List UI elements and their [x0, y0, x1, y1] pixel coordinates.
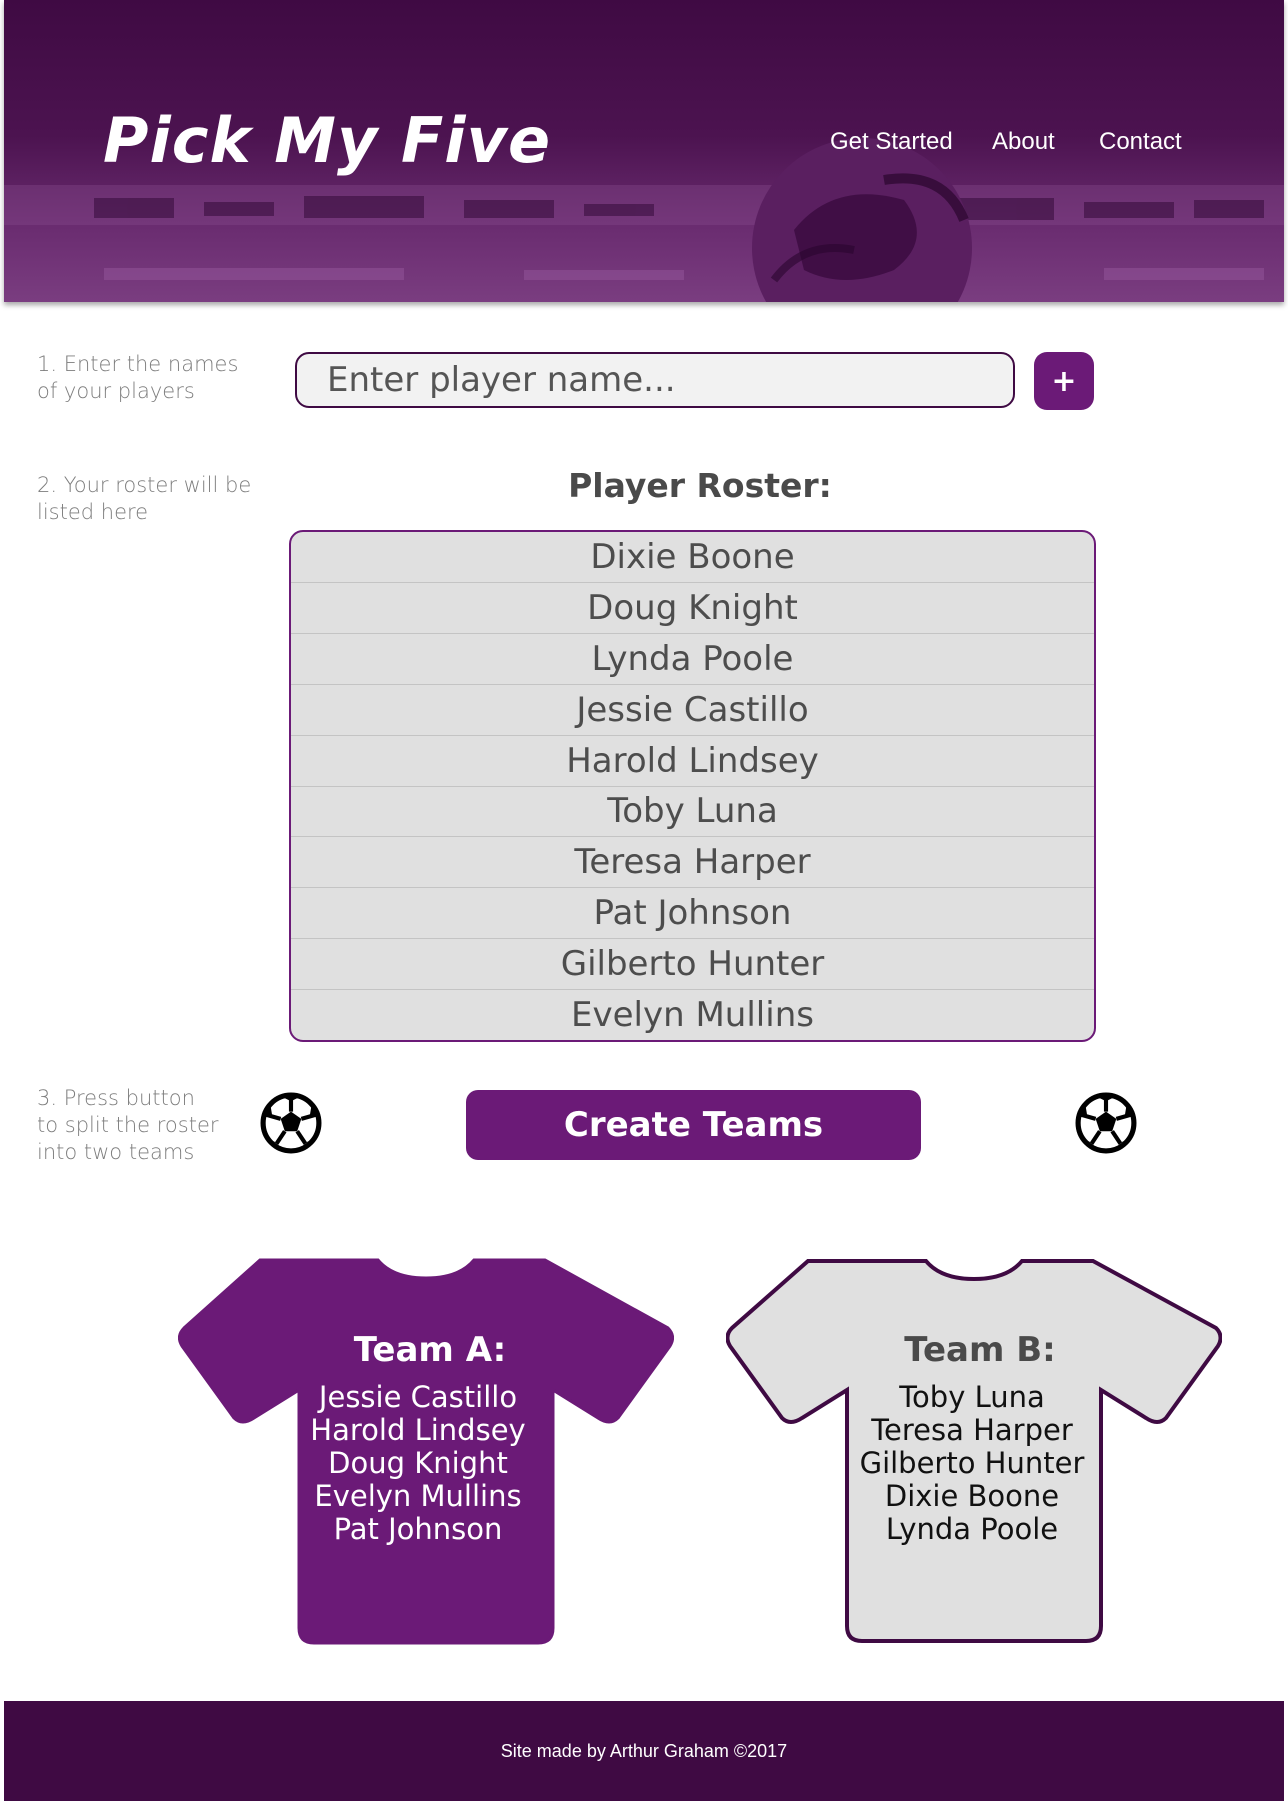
- roster-title: Player Roster:: [568, 466, 832, 505]
- roster-item[interactable]: Dixie Boone: [291, 532, 1094, 583]
- roster-item[interactable]: Lynda Poole: [291, 634, 1094, 685]
- team-b-player: Toby Luna: [899, 1380, 1045, 1414]
- create-teams-button[interactable]: Create Teams: [466, 1090, 921, 1160]
- roster-item[interactable]: Gilberto Hunter: [291, 939, 1094, 991]
- step-1-label: 1. Enter the names of your players: [37, 352, 239, 403]
- roster-item[interactable]: Doug Knight: [291, 583, 1094, 634]
- team-a-player: Evelyn Mullins: [314, 1479, 522, 1513]
- team-b-player: Lynda Poole: [885, 1512, 1059, 1546]
- footer-credit: Site made by Arthur Graham ©2017: [500, 1740, 788, 1761]
- team-a-player: Pat Johnson: [333, 1512, 503, 1546]
- site-header: Pick My Five Get Started About Contact: [4, 0, 1284, 302]
- brand-logo[interactable]: Pick My Five: [103, 104, 551, 177]
- step-3-label: 3. Press button to split the roster into…: [37, 1086, 219, 1164]
- team-a-players: Jessie Castillo Harold Lindsey Doug Knig…: [288, 1381, 548, 1546]
- soccer-ball-icon: [260, 1092, 322, 1154]
- team-a-player: Harold Lindsey: [310, 1413, 526, 1447]
- nav-contact[interactable]: Contact: [1099, 128, 1182, 156]
- site-footer: Site made by Arthur Graham ©2017: [4, 1701, 1284, 1801]
- player-roster-list: Dixie Boone Doug Knight Lynda Poole Jess…: [289, 530, 1096, 1042]
- nav-get-started[interactable]: Get Started: [830, 128, 953, 156]
- roster-item[interactable]: Evelyn Mullins: [291, 990, 1094, 1040]
- team-a-title: Team A:: [353, 1330, 507, 1370]
- roster-item[interactable]: Harold Lindsey: [291, 736, 1094, 787]
- roster-item[interactable]: Jessie Castillo: [291, 685, 1094, 736]
- team-a-player: Doug Knight: [328, 1446, 508, 1480]
- soccer-ball-icon: [1075, 1092, 1137, 1154]
- team-b-player: Teresa Harper: [871, 1413, 1073, 1447]
- team-a-player: Jessie Castillo: [318, 1380, 518, 1414]
- plus-icon: +: [1051, 363, 1077, 399]
- team-b-player: Gilberto Hunter: [859, 1446, 1085, 1480]
- add-player-button[interactable]: +: [1034, 352, 1094, 410]
- player-name-input[interactable]: [295, 352, 1015, 408]
- nav-about[interactable]: About: [992, 128, 1055, 156]
- team-b-players: Toby Luna Teresa Harper Gilberto Hunter …: [842, 1381, 1102, 1546]
- roster-item[interactable]: Teresa Harper: [291, 837, 1094, 889]
- roster-item[interactable]: Toby Luna: [291, 787, 1094, 838]
- team-b-player: Dixie Boone: [884, 1479, 1060, 1513]
- team-b-title: Team B:: [904, 1330, 1056, 1370]
- step-2-label: 2. Your roster will be listed here: [37, 473, 252, 524]
- roster-item[interactable]: Pat Johnson: [291, 888, 1094, 940]
